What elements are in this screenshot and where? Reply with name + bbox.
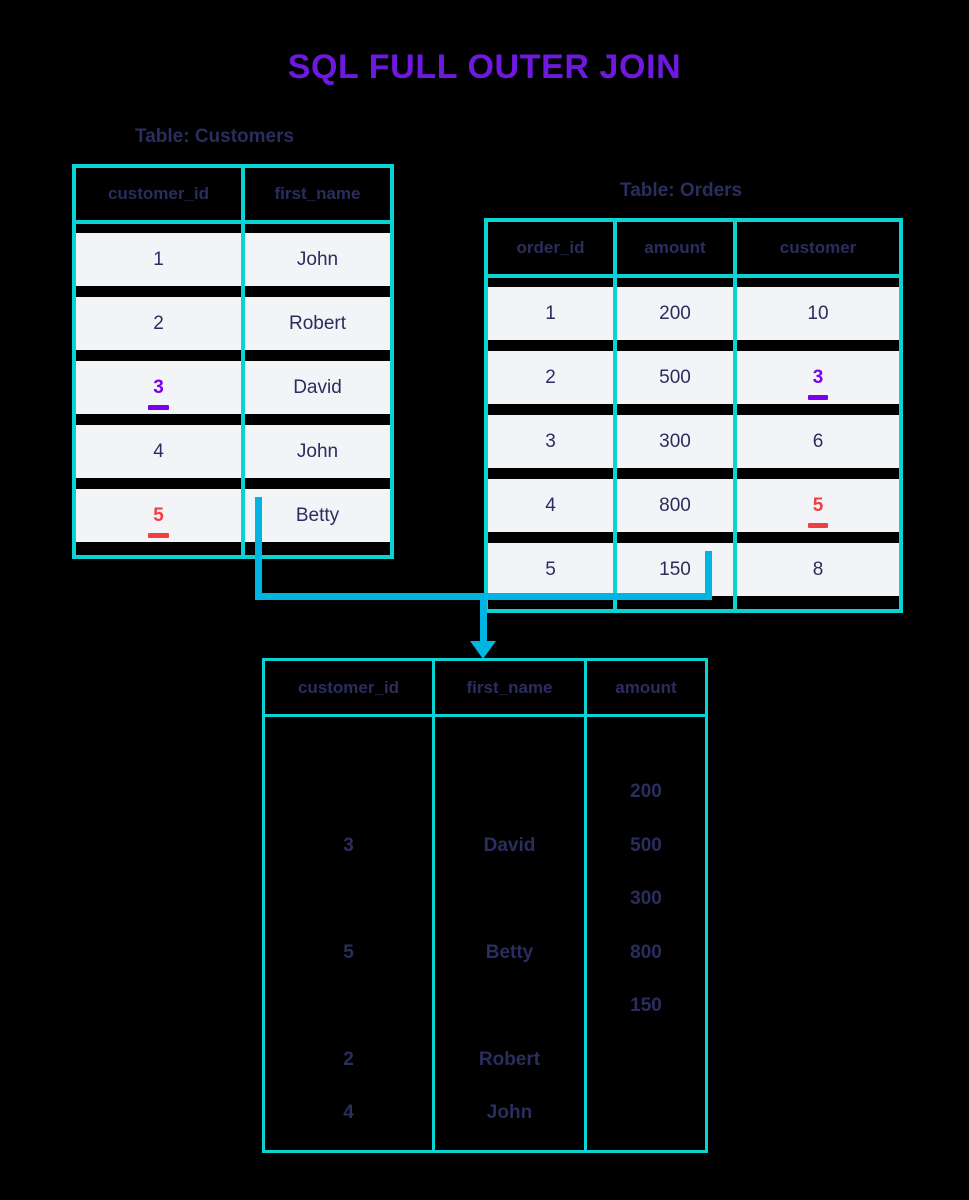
cell-value: Betty [295,504,340,526]
customers-column-first-name: first_name John Robert David John Betty [245,168,390,555]
cell-value-highlighted: 5 [807,494,828,528]
result-value: John [486,1102,533,1123]
cell-value-highlighted: 3 [807,366,828,400]
table-cell: 1 [488,287,613,340]
cell-value-highlighted: 3 [148,376,169,410]
column-header-amount: amount [587,661,705,717]
table-cell: 3 [488,415,613,468]
cell-value: 5 [545,558,556,580]
cell-value: 200 [659,302,691,324]
cell-value: 800 [659,494,691,516]
cell-value: 4 [545,494,556,516]
customers-column-customer-id: customer_id 1 2 3 4 5 [76,168,245,555]
cell-value: 300 [659,430,691,452]
cell-value: 500 [659,366,691,388]
connector-line-customers-vertical [255,497,262,593]
diagram-canvas: SQL FULL OUTER JOIN Table: Customers cus… [0,0,969,1200]
table-cell: 800 [617,479,733,532]
result-column-body: 200 500 300 800 150 [587,717,705,1147]
table-cell: 500 [617,351,733,404]
result-value: 5 [343,942,354,963]
result-value: Robert [478,1049,541,1070]
orders-column-amount: amount 200 500 300 800 150 [617,222,737,609]
column-spacer [245,542,390,555]
table-cell: 10 [737,287,899,340]
result-value: 150 [630,995,662,1016]
table-cell: 5 [737,479,899,532]
table-cell: John [245,425,390,478]
result-column-body: David Betty Robert John [435,717,584,1147]
table-cell: 300 [617,415,733,468]
result-value: Betty [485,942,534,963]
table-cell: 4 [76,425,241,478]
result-value: 200 [630,781,662,802]
orders-table-caption: Table: Orders [620,180,743,201]
cell-value: 2 [153,312,164,334]
column-spacer [76,542,241,555]
cell-value: 1 [545,302,556,324]
customers-table-caption: Table: Customers [135,126,295,147]
column-header-amount: amount [617,222,733,278]
cell-value-highlighted: 5 [148,504,169,538]
result-column-body: 3 5 2 4 [265,717,432,1147]
table-cell: 200 [617,287,733,340]
result-value: 800 [630,942,662,963]
result-value: David [483,835,536,856]
table-cell: Robert [245,297,390,350]
column-spacer [737,596,899,609]
column-header-first-name: first_name [435,661,584,717]
cell-value: 150 [659,558,691,580]
orders-table: order_id 1 2 3 4 5 amount 200 500 300 80… [484,218,903,613]
cell-value: 2 [545,366,556,388]
table-cell: 4 [488,479,613,532]
cell-value: David [293,376,342,398]
result-value: 2 [343,1049,354,1070]
table-cell: 8 [737,543,899,596]
column-header-customer: customer [737,222,899,278]
table-cell: John [245,233,390,286]
orders-column-order-id: order_id 1 2 3 4 5 [488,222,617,609]
table-cell: 150 [617,543,733,596]
table-cell: David [245,361,390,414]
result-value: 300 [630,888,662,909]
connector-line-orders-vertical [705,551,712,593]
table-cell: 5 [488,543,613,596]
table-cell: 3 [737,351,899,404]
result-value: 4 [343,1102,354,1123]
result-column-customer-id: customer_id 3 5 2 4 [265,661,435,1150]
result-table: customer_id 3 5 2 4 first_name David Bet… [262,658,708,1153]
connector-arrow-head [470,641,496,659]
result-column-first-name: first_name David Betty Robert John [435,661,587,1150]
cell-value: 10 [807,302,829,324]
result-value: 3 [343,835,354,856]
column-header-first-name: first_name [245,168,390,224]
customers-table: customer_id 1 2 3 4 5 first_name John Ro… [72,164,394,559]
connector-line-arrow-stem [480,593,487,645]
result-column-amount: amount 200 500 300 800 150 [587,661,705,1150]
table-cell: 6 [737,415,899,468]
page-title: SQL FULL OUTER JOIN [287,48,682,86]
orders-column-customer: customer 10 3 6 5 8 [737,222,899,609]
table-cell: 1 [76,233,241,286]
cell-value: 1 [153,248,164,270]
column-header-order-id: order_id [488,222,613,278]
table-cell: 5 [76,489,241,542]
cell-value: 4 [153,440,164,462]
table-cell: Betty [245,489,390,542]
table-cell: 2 [76,297,241,350]
cell-value: 6 [812,430,824,452]
cell-value: Robert [288,312,347,334]
cell-value: John [296,248,339,270]
table-cell: 2 [488,351,613,404]
cell-value: 3 [545,430,556,452]
cell-value: 8 [812,558,824,580]
table-cell: 3 [76,361,241,414]
result-value: 500 [630,835,662,856]
column-header-customer-id: customer_id [265,661,432,717]
column-header-customer-id: customer_id [76,168,241,224]
cell-value: John [296,440,339,462]
